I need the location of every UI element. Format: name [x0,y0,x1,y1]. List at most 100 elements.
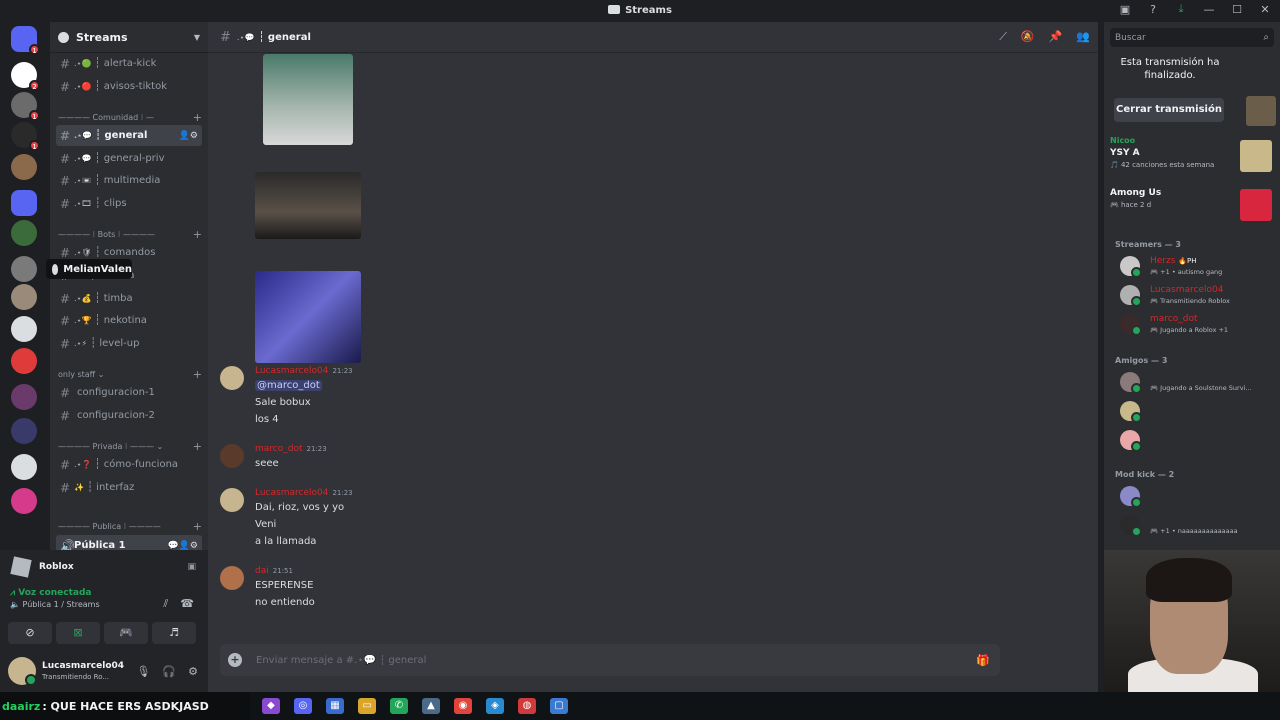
category-privada[interactable]: ———— Privada ⁝ ——— ⌄ + [58,439,202,453]
member-item[interactable] [1120,483,1270,509]
guild-header[interactable]: Streams ▼ [50,22,208,53]
activity-card[interactable]: Nicoo YSY A 🎵 42 canciones esta semana [1110,136,1274,180]
server-icon[interactable] [11,384,37,410]
inbox-icon[interactable]: ▣ [1114,3,1136,16]
category-bots[interactable]: ———— ⁝ Bots ⁝ ———— + [58,227,202,241]
member-item[interactable]: marco_dot 🎮 Jugando a Roblox +1 [1120,311,1270,337]
member-item[interactable] [1120,398,1270,424]
server-icon[interactable] [11,256,37,282]
taskbar-app-icon[interactable]: ◈ [486,698,504,714]
member-item[interactable] [1120,427,1270,453]
avatar[interactable] [220,488,244,512]
message-author[interactable]: marco_dot [255,444,303,454]
help-icon[interactable]: ? [1142,3,1164,16]
camera-off-button[interactable]: ⊘ [8,622,52,644]
add-channel-icon[interactable]: + [193,520,202,533]
channel-avisos-tiktok[interactable]: # .⋆🔴 ┆ avisos-tiktok [56,76,202,97]
maximize-button[interactable]: ☐ [1226,3,1248,16]
minimize-button[interactable]: — [1198,3,1220,16]
download-icon[interactable]: ⤓ [1170,2,1192,16]
taskbar-whatsapp-icon[interactable]: ✆ [390,698,408,714]
user-mention[interactable]: @marco_dot [255,380,322,391]
server-icon[interactable]: 1 [11,26,40,55]
user-info[interactable]: Lucasmarcelo04 Transmitiendo Ro... 🎙 🎧 ⚙ [8,654,200,688]
avatar[interactable] [220,444,244,468]
channel-como-funciona[interactable]: # .⋆❓ ┆ cómo-funciona [56,454,202,475]
channel-alerta-kick[interactable]: # .⋆🟢 ┆ alerta-kick [56,53,202,74]
member-list-icon[interactable]: 👥 [1076,30,1090,44]
channel-interfaz[interactable]: # ✨ ┆ interfaz [56,477,202,498]
channel-configuracion-2[interactable]: # configuracion-2 [56,405,202,426]
close-button[interactable]: ✕ [1254,3,1276,16]
message-author[interactable]: Lucasmarcelo04 [255,488,328,498]
channel-general-priv[interactable]: # .⋆💬 ┆ general-priv [56,148,202,169]
member-item[interactable]: 🎮 Jugando a Soulstone Survi... [1120,369,1270,395]
server-icon[interactable] [11,154,37,180]
message-author[interactable]: dai [255,566,269,576]
message-input[interactable] [256,654,936,666]
voice-channel-publica-1[interactable]: 🔊 Pública 1 💬👤⚙ [56,535,202,550]
server-icon[interactable]: 1 [11,122,40,151]
category-comunidad[interactable]: ———— Comunidad ⁝ — + [58,110,202,124]
channel-nekotina[interactable]: # .⋆🏆 ┆ nekotina [56,310,202,331]
taskbar-app-icon[interactable]: ▢ [550,698,568,714]
server-icon[interactable] [11,488,37,514]
activity-card[interactable]: Among Us 🎮 hace 2 d [1110,185,1274,229]
mute-bell-icon[interactable]: 🔕 [1021,30,1035,44]
avatar[interactable] [220,566,244,590]
channel-multimedia[interactable]: # .⋆📼 ┆ multimedia [56,170,202,191]
taskbar-app-icon[interactable]: ▲ [422,698,440,714]
channel-actions[interactable]: 👤⚙ [179,131,198,141]
share-screen-button[interactable]: ⊠ [56,622,100,644]
channel-clips[interactable]: # .⋆🎞 ┆ clips [56,193,202,214]
add-attachment-button[interactable]: + [228,653,242,667]
close-activity-icon[interactable]: ▣ [187,562,196,572]
channel-configuracion-1[interactable]: # configuracion-1 [56,382,202,403]
image-attachment[interactable] [255,172,361,239]
message-author[interactable]: Lucasmarcelo04 [255,366,328,376]
avatar[interactable] [220,366,244,390]
server-icon[interactable] [11,220,37,246]
activities-button[interactable]: 🎮 [104,622,148,644]
search-input[interactable] [1115,32,1245,43]
gift-icon[interactable]: 🎁 [976,654,990,667]
server-icon[interactable] [11,348,37,374]
add-channel-icon[interactable]: + [193,111,202,124]
add-channel-icon[interactable]: + [193,368,202,381]
channel-level-up[interactable]: # .⋆⚡ ┆ level-up [56,333,202,354]
pin-icon[interactable]: 📌 [1049,30,1063,44]
member-item[interactable]: Lucasmarcelo04 🎮 Transmitiendo Roblox [1120,282,1270,308]
add-channel-icon[interactable]: + [193,440,202,453]
channel-timba[interactable]: # .⋆💰 ┆ timba [56,288,202,309]
disconnect-icon[interactable]: ☎ [180,597,194,611]
taskbar-folder-icon[interactable]: ▭ [358,698,376,714]
server-icon[interactable] [11,190,37,216]
category-only-staff[interactable]: only staff ⌄ + [58,367,202,381]
taskbar-app-icon[interactable]: ▦ [326,698,344,714]
close-stream-button[interactable]: Cerrar transmisión [1114,98,1224,122]
member-item[interactable]: Herzs 🔥PH 🎮 +1 • autismo gang [1120,253,1270,279]
taskbar-discord-icon[interactable]: ◎ [294,698,312,714]
mic-icon[interactable]: 🎙 [136,665,150,678]
server-icon[interactable]: 1 [11,92,40,121]
image-attachment[interactable] [263,54,353,145]
channel-general[interactable]: # .⋆💬 ┆ general 👤⚙ [56,125,202,146]
server-icon[interactable] [11,316,37,342]
threads-icon[interactable]: ⟋ [999,30,1007,44]
taskbar-chrome-icon[interactable]: ◉ [454,698,472,714]
member-item[interactable]: 🎮 +1 • naaaaaaaaaaaaaa [1120,512,1270,538]
add-channel-icon[interactable]: + [193,228,202,241]
server-icon[interactable]: 2 [11,62,40,91]
server-icon[interactable] [11,454,37,480]
noise-suppression-icon[interactable]: ⫽ [163,597,168,611]
server-icon[interactable] [11,284,37,310]
headphones-icon[interactable]: 🎧 [162,665,176,678]
channel-actions[interactable]: 💬👤⚙ [168,541,198,551]
category-publica[interactable]: ———— Publica ⁝ ———— + [58,519,202,533]
taskbar-app-icon[interactable]: ◍ [518,698,536,714]
soundboard-button[interactable]: ♬ [152,622,196,644]
taskbar-app-icon[interactable]: ◆ [262,698,280,714]
server-icon[interactable] [11,418,37,444]
gear-icon[interactable]: ⚙ [188,665,198,678]
image-attachment[interactable] [255,271,361,363]
